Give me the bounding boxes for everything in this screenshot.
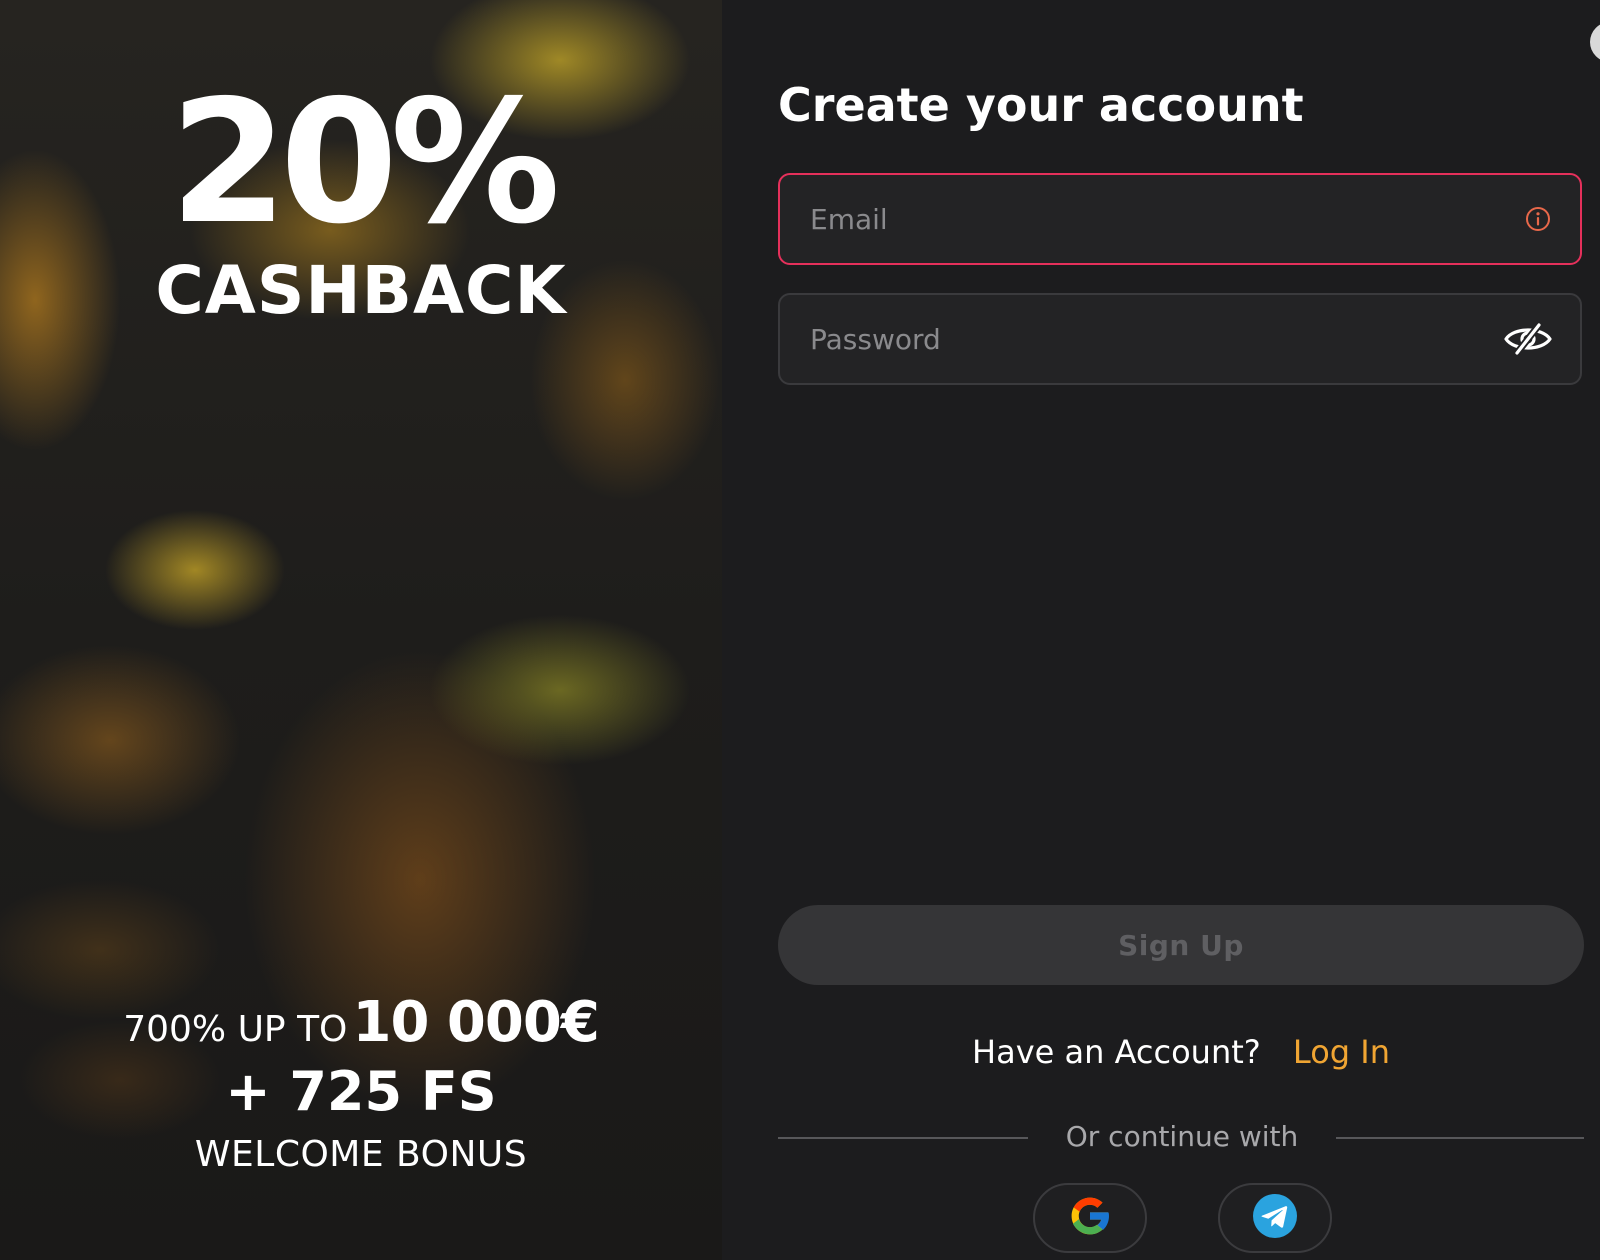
- telegram-login-button[interactable]: [1218, 1183, 1332, 1253]
- or-continue-text: Or continue with: [1065, 1120, 1299, 1153]
- have-account-text: Have an Account?: [972, 1033, 1261, 1071]
- form-title: Create your account: [778, 78, 1304, 132]
- promo-offer-amount: 10 000€: [352, 990, 600, 1055]
- divider-line-right: [1336, 1137, 1584, 1139]
- google-icon: [1066, 1192, 1114, 1244]
- telegram-icon: [1251, 1192, 1299, 1244]
- promo-offer-line: 700% UP TO 10 000€: [0, 995, 722, 1051]
- eye-slash-icon[interactable]: [1502, 319, 1554, 359]
- signup-form: Create your account Email Sign Up Have a…: [778, 0, 1586, 1260]
- password-field: [778, 293, 1582, 385]
- log-in-link[interactable]: Log In: [1293, 1033, 1390, 1071]
- social-divider: Or continue with: [778, 1122, 1584, 1152]
- email-input[interactable]: [810, 175, 1470, 263]
- promo-percent: 20%: [169, 64, 561, 262]
- google-login-button[interactable]: [1033, 1183, 1147, 1253]
- email-field: [778, 173, 1582, 265]
- promo-welcome-bonus: WELCOME BONUS: [194, 1134, 528, 1175]
- promo-headline: 20% CASHBACK: [0, 78, 722, 324]
- promo-offer: 700% UP TO 10 000€ + 725 FS WELCOME BONU…: [0, 995, 722, 1173]
- promo-cashback: CASHBACK: [155, 252, 567, 329]
- signup-modal: 20% CASHBACK 700% UP TO 10 000€ + 725 FS…: [0, 0, 1600, 1260]
- promo-offer-prefix: 700% UP TO: [123, 1009, 348, 1050]
- password-input[interactable]: [810, 295, 1470, 383]
- info-icon: [1524, 205, 1552, 233]
- divider-line-left: [778, 1137, 1028, 1139]
- promo-free-spins: + 725 FS: [225, 1060, 497, 1123]
- sign-up-button[interactable]: Sign Up: [778, 905, 1584, 985]
- close-button[interactable]: [1590, 22, 1600, 62]
- promo-banner: 20% CASHBACK 700% UP TO 10 000€ + 725 FS…: [0, 0, 722, 1260]
- login-prompt: Have an Account? Log In: [778, 1036, 1584, 1068]
